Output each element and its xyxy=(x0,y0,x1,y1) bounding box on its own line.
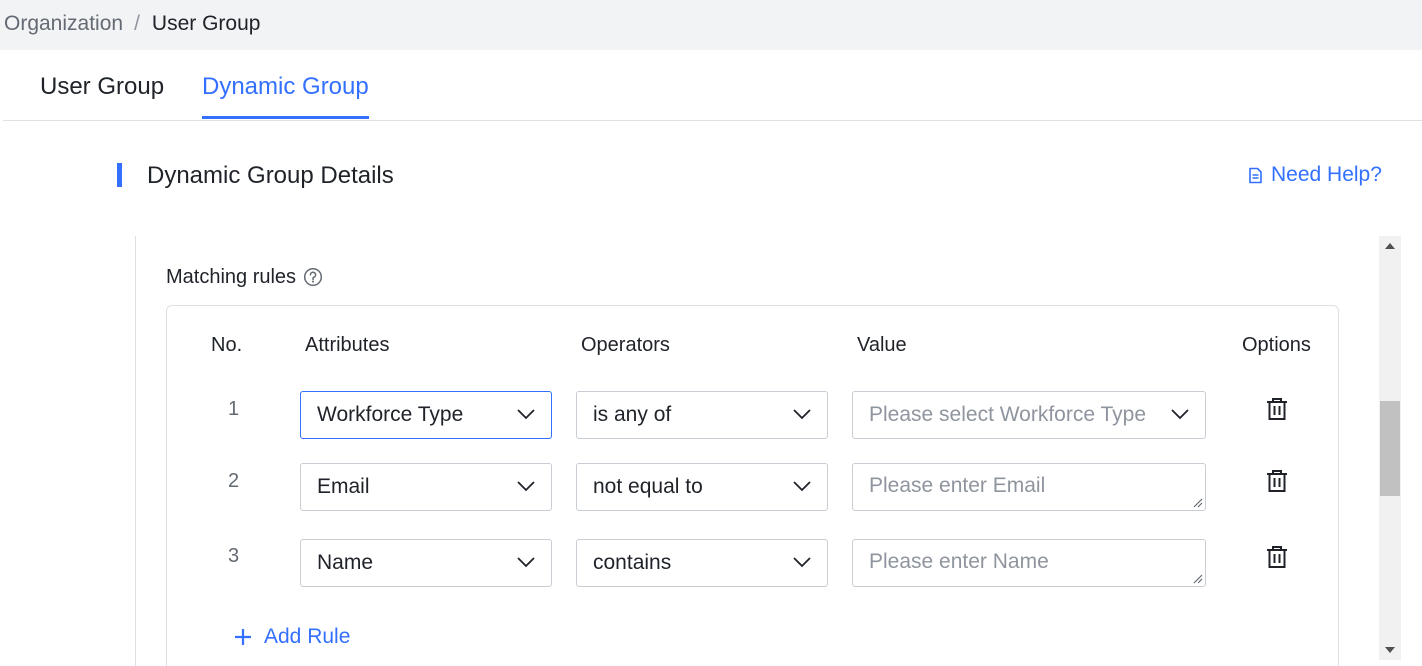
scroll-down-arrow-icon[interactable] xyxy=(1379,640,1401,660)
chevron-down-icon xyxy=(517,409,535,420)
rule-3-value-placeholder: Please enter Name xyxy=(869,550,1049,573)
rule-3-attribute-select[interactable]: Name xyxy=(300,539,552,587)
rule-3-operator-value: contains xyxy=(593,551,672,574)
breadcrumb: Organization / User Group xyxy=(4,11,260,37)
header-attributes: Attributes xyxy=(305,334,390,356)
matching-rules-text: Matching rules xyxy=(166,266,297,288)
breadcrumb-current: User Group xyxy=(151,12,261,35)
tab-bar: User Group Dynamic Group xyxy=(3,50,1422,121)
matching-rules-label: Matching rules xyxy=(166,264,323,290)
rules-panel: Matching rules No. Attributes Operators … xyxy=(135,236,1371,666)
rule-2-operator-value: not equal to xyxy=(593,475,703,498)
rules-table: No. Attributes Operators Value Options 1… xyxy=(166,305,1339,666)
question-circle-icon[interactable] xyxy=(303,267,323,287)
scroll-up-arrow-icon[interactable] xyxy=(1379,236,1401,256)
rule-3-operator-select[interactable]: contains xyxy=(576,539,828,587)
header-value: Value xyxy=(857,334,907,356)
breadcrumb-organization-link[interactable]: Organization xyxy=(4,12,123,35)
trash-icon[interactable] xyxy=(1264,396,1290,422)
rule-1-operator-select[interactable]: is any of xyxy=(576,391,828,439)
doc-icon xyxy=(1249,167,1262,183)
trash-icon[interactable] xyxy=(1264,544,1290,570)
rule-1-number: 1 xyxy=(228,398,240,420)
section-title: Dynamic Group Details xyxy=(147,162,394,189)
scrollbar-thumb[interactable] xyxy=(1380,401,1400,496)
rule-2-number: 2 xyxy=(228,470,240,492)
breadcrumb-separator: / xyxy=(134,12,140,35)
need-help-link[interactable]: Need Help? xyxy=(1248,161,1382,189)
tab-user-group[interactable]: User Group xyxy=(40,72,164,102)
trash-icon[interactable] xyxy=(1264,468,1290,494)
rule-1-value-placeholder: Please select Workforce Type xyxy=(869,403,1147,426)
plus-icon xyxy=(235,629,251,645)
rule-2-operator-select[interactable]: not equal to xyxy=(576,463,828,511)
chevron-down-icon xyxy=(793,409,811,420)
tab-dynamic-group[interactable]: Dynamic Group xyxy=(202,72,369,119)
rule-1-operator-value: is any of xyxy=(593,403,672,426)
breadcrumb-bar: Organization / User Group xyxy=(0,0,1422,50)
rule-1-value-select[interactable]: Please select Workforce Type xyxy=(852,391,1206,439)
resize-grip-icon[interactable] xyxy=(1191,496,1203,508)
chevron-down-icon xyxy=(517,481,535,492)
add-rule-button[interactable]: Add Rule xyxy=(234,624,350,650)
rule-2-value-placeholder: Please enter Email xyxy=(869,474,1046,497)
rule-1-attribute-value: Workforce Type xyxy=(317,403,464,426)
header-operators: Operators xyxy=(581,334,670,356)
header-options: Options xyxy=(1242,334,1311,356)
chevron-down-icon xyxy=(517,557,535,568)
section-title-marker xyxy=(117,163,122,187)
need-help-label: Need Help? xyxy=(1271,163,1382,186)
rule-3-value-input[interactable]: Please enter Name xyxy=(852,539,1206,587)
rule-3-attribute-value: Name xyxy=(317,551,374,574)
header-no: No. xyxy=(211,334,243,356)
rule-2-attribute-value: Email xyxy=(317,475,370,498)
rule-1-attribute-select[interactable]: Workforce Type xyxy=(300,391,552,439)
resize-grip-icon[interactable] xyxy=(1191,572,1203,584)
chevron-down-icon xyxy=(793,481,811,492)
chevron-down-icon xyxy=(793,557,811,568)
panel-scrollbar[interactable] xyxy=(1379,236,1401,660)
rule-2-attribute-select[interactable]: Email xyxy=(300,463,552,511)
rule-2-value-input[interactable]: Please enter Email xyxy=(852,463,1206,511)
rule-3-number: 3 xyxy=(228,545,240,567)
chevron-down-icon xyxy=(1171,409,1189,420)
add-rule-label: Add Rule xyxy=(264,625,351,648)
